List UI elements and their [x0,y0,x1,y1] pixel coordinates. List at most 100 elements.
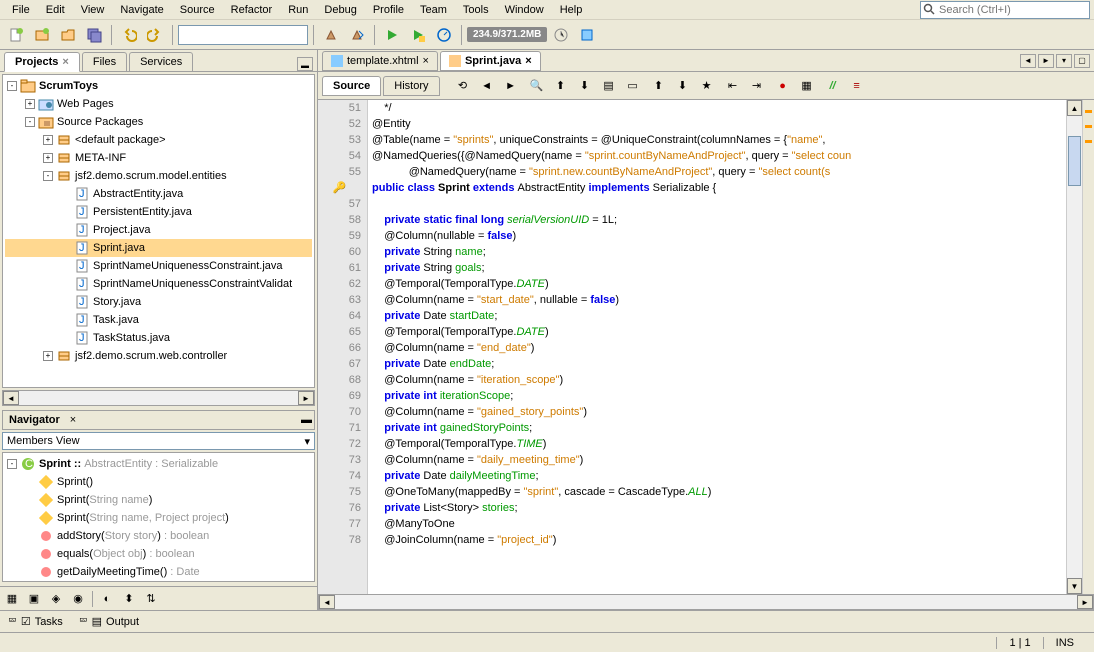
source-mode-button[interactable]: Source [322,76,381,96]
menu-window[interactable]: Window [497,2,552,18]
nav-node[interactable]: getDailyMeetingTime() : Date [5,563,312,581]
navigator-view-combo[interactable]: Members View ▾ [2,432,315,450]
tab-files[interactable]: Files [82,52,127,71]
nav-filter-2[interactable]: ▣ [24,589,44,609]
line-number[interactable]: 57 [318,196,361,212]
code-line[interactable]: private int iterationScope; [372,388,1066,404]
find-selection-button[interactable]: 🔍 [526,76,548,96]
tree-toggle[interactable] [61,261,71,271]
nav-node[interactable]: Sprint() [5,473,312,491]
toggle-highlight-button[interactable]: ▤ [598,76,620,96]
memory-indicator[interactable]: 234.9/371.2MB [467,27,547,42]
clean-build-button[interactable] [345,23,369,47]
tree-toggle[interactable]: + [25,99,35,109]
nav-filter-1[interactable]: ▦ [2,589,22,609]
code-line[interactable]: @Column(name = "end_date") [372,340,1066,356]
tab-next-button[interactable]: ► [1038,54,1054,68]
code-line[interactable]: */ [372,100,1066,116]
config-combo[interactable] [178,25,308,45]
line-number[interactable]: 59 [318,228,361,244]
tab-tasks[interactable]: ⮹ ☑ Tasks [4,613,67,630]
nav-filter-5[interactable]: ◐ [97,589,117,609]
tree-node[interactable]: -ScrumToys [5,77,312,95]
scroll-up-button[interactable]: ▲ [1067,100,1082,116]
tree-node[interactable]: JStory.java [5,293,312,311]
line-number[interactable]: 76 [318,500,361,516]
menu-help[interactable]: Help [552,2,591,18]
line-number[interactable]: 78 [318,532,361,548]
editor-h-scrollbar[interactable]: ◄ ► [318,594,1094,610]
uncomment-button[interactable]: // [822,76,844,96]
tree-node[interactable]: -Source Packages [5,113,312,131]
tree-node[interactable]: -jsf2.demo.scrum.model.entities [5,167,312,185]
tree-toggle[interactable]: - [25,117,35,127]
minimize-button[interactable]: ▬ [297,57,313,71]
tree-node[interactable]: JSprintNameUniquenessConstraintValidat [5,275,312,293]
tab-projects[interactable]: Projects× [4,52,80,72]
code-line[interactable]: @Entity [372,116,1066,132]
tree-toggle[interactable]: + [43,135,53,145]
line-number[interactable]: 64 [318,308,361,324]
tree-node[interactable]: JPersistentEntity.java [5,203,312,221]
menu-debug[interactable]: Debug [316,2,364,18]
new-file-button[interactable] [4,23,28,47]
code-line[interactable]: @NamedQueries({@NamedQuery(name = "sprin… [372,148,1066,164]
project-tree[interactable]: -ScrumToys+Web Pages-Source Packages+<de… [2,74,315,388]
nav-node[interactable]: Sprint(String name) [5,491,312,509]
v-scrollbar[interactable]: ▲ ▼ [1066,100,1082,594]
run-button[interactable] [380,23,404,47]
close-icon[interactable]: × [62,56,68,68]
menu-refactor[interactable]: Refactor [223,2,281,18]
line-gutter[interactable]: 5152535455🔑57585960616263646566676869707… [318,100,368,594]
line-number[interactable]: 71 [318,420,361,436]
menu-source[interactable]: Source [172,2,223,18]
prev-bookmark-button[interactable]: ⬆ [648,76,670,96]
tree-node[interactable]: +<default package> [5,131,312,149]
toggle-bookmark-button[interactable]: ★ [696,76,718,96]
undo-button[interactable] [117,23,141,47]
line-number[interactable]: 55 [318,164,361,180]
line-number[interactable]: 51 [318,100,361,116]
code-line[interactable]: private List<Story> stories; [372,500,1066,516]
forward-button[interactable]: ► [500,76,522,96]
line-number[interactable]: 77 [318,516,361,532]
code-line[interactable]: @Column(name = "start_date", nullable = … [372,292,1066,308]
tab-output[interactable]: ⮹ ▤ Output [75,613,143,630]
search-box[interactable] [920,1,1090,19]
line-number[interactable]: 67 [318,356,361,372]
scroll-thumb[interactable] [1068,136,1081,186]
scroll-right-button[interactable]: ► [298,391,314,405]
find-next-button[interactable]: ⬇ [574,76,596,96]
build-button[interactable] [319,23,343,47]
scroll-right-button[interactable]: ► [1077,595,1093,609]
new-project-button[interactable] [30,23,54,47]
nav-filter-6[interactable]: ⬍ [119,589,139,609]
line-number[interactable]: 61 [318,260,361,276]
navigator-tree[interactable]: -CSprint :: AbstractEntity : Serializabl… [2,452,315,582]
search-input[interactable] [939,4,1089,16]
shift-right-button[interactable]: ⇥ [746,76,768,96]
scroll-left-button[interactable]: ◄ [319,595,335,609]
tree-toggle[interactable] [25,513,35,523]
redo-button[interactable] [143,23,167,47]
scroll-down-button[interactable]: ▼ [1067,578,1082,594]
comment-button[interactable]: ▦ [796,76,818,96]
menu-edit[interactable]: Edit [38,2,73,18]
tree-node[interactable]: JSprint.java [5,239,312,257]
menu-navigate[interactable]: Navigate [112,2,171,18]
code-line[interactable]: public class Sprint extends AbstractEnti… [372,180,1066,196]
menu-run[interactable]: Run [280,2,316,18]
tree-node[interactable]: JSprintNameUniquenessConstraint.java [5,257,312,275]
shift-left-button[interactable]: ⇤ [722,76,744,96]
tree-node[interactable]: JProject.java [5,221,312,239]
menu-file[interactable]: File [4,2,38,18]
tree-toggle[interactable] [61,243,71,253]
line-number[interactable]: 54 [318,148,361,164]
tree-node[interactable]: +Web Pages [5,95,312,113]
tree-toggle[interactable]: + [43,351,53,361]
tree-toggle[interactable] [25,477,35,487]
scroll-left-button[interactable]: ◄ [3,391,19,405]
gc-button[interactable] [549,23,573,47]
line-number[interactable]: 75 [318,484,361,500]
line-number[interactable]: 53 [318,132,361,148]
